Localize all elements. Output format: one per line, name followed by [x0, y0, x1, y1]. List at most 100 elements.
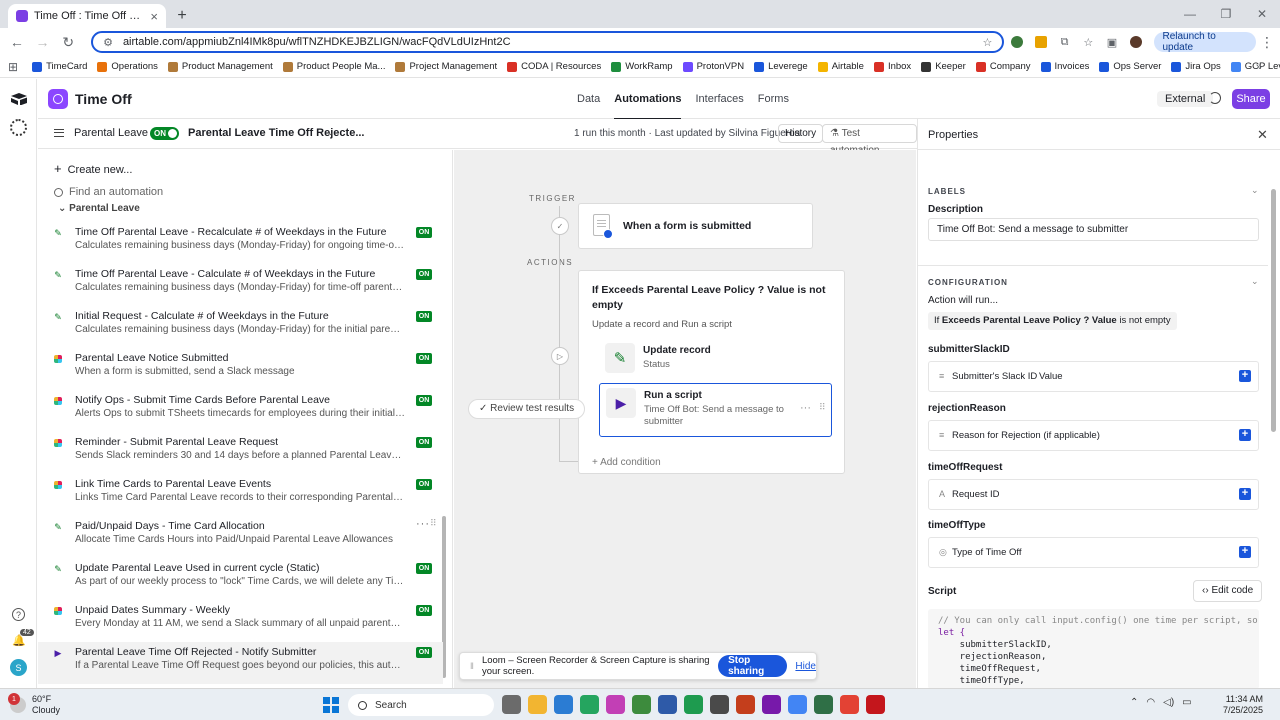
nav-tab-data[interactable]: Data: [577, 93, 600, 105]
automation-list-item[interactable]: ✎ Time Off Parental Leave - Recalculate #…: [38, 222, 443, 264]
taskbar-search[interactable]: Search: [348, 694, 494, 716]
drag-handle-icon[interactable]: ⠿: [819, 402, 826, 413]
add-condition-button[interactable]: + Add condition: [592, 457, 661, 468]
onenote-icon[interactable]: [762, 695, 781, 714]
app-icon[interactable]: [710, 695, 729, 714]
insert-token-icon[interactable]: +: [1239, 370, 1251, 382]
base-name[interactable]: Time Off: [75, 91, 132, 107]
bookmark-item[interactable]: Leverege: [754, 61, 808, 72]
forward-arrow-icon[interactable]: →: [32, 31, 54, 53]
vscode-icon[interactable]: [554, 695, 573, 714]
labels-section-header[interactable]: LABELS: [928, 187, 966, 196]
bookmark-item[interactable]: Company: [975, 61, 1031, 72]
task-view-icon[interactable]: [502, 695, 521, 714]
bookmark-item[interactable]: Product Management: [167, 61, 273, 72]
bookmark-item[interactable]: Keeper: [921, 61, 966, 72]
description-input[interactable]: Time Off Bot: Send a message to submitte…: [928, 218, 1259, 241]
extension-icon[interactable]: [1006, 31, 1028, 53]
wifi-icon[interactable]: ◠: [1146, 697, 1155, 708]
bookmark-item[interactable]: ProtonVPN: [682, 61, 744, 72]
more-bookmarks-icon[interactable]: »: [1256, 61, 1262, 73]
bookmark-item[interactable]: Jira Ops: [1171, 61, 1221, 72]
volume-icon[interactable]: ◁): [1163, 697, 1174, 708]
bookmark-item[interactable]: WorkRamp: [611, 61, 673, 72]
group-header[interactable]: ⌄ Parental Leave: [58, 203, 140, 214]
reload-icon[interactable]: ↻: [57, 31, 79, 53]
edit-code-button[interactable]: ‹› Edit code: [1193, 580, 1263, 602]
extensions-puzzle-icon[interactable]: ⧉: [1054, 31, 1076, 53]
history-button[interactable]: History: [778, 124, 824, 143]
whatsapp-icon[interactable]: [580, 695, 599, 714]
bookmark-item[interactable]: Inbox: [873, 61, 911, 72]
folder-name[interactable]: Parental Leave: [74, 127, 148, 139]
hide-link[interactable]: Hide: [795, 661, 816, 672]
automation-on-toggle[interactable]: ON: [150, 127, 179, 140]
extension-icon[interactable]: [1030, 31, 1052, 53]
chrome-icon[interactable]: [840, 695, 859, 714]
condition-summary[interactable]: If Exceeds Parental Leave Policy ? Value…: [928, 312, 1177, 330]
app-icon[interactable]: [632, 695, 651, 714]
relaunch-button[interactable]: Relaunch to update: [1154, 31, 1256, 53]
close-window-icon[interactable]: ✕: [1244, 0, 1280, 28]
bookmark-item[interactable]: Product People Ma...: [282, 61, 385, 72]
field-token[interactable]: Reason for Rejection (if applicable): [952, 430, 1100, 441]
bookmarks-star-icon[interactable]: ☆: [1077, 31, 1099, 53]
help-icon[interactable]: ?: [12, 608, 25, 621]
tab-search-icon[interactable]: ▣: [1101, 31, 1123, 53]
insert-token-icon[interactable]: +: [1239, 429, 1251, 441]
bookmark-item[interactable]: Ops Server: [1099, 61, 1161, 72]
input-value-field[interactable]: ≡ Reason for Rejection (if applicable) +: [928, 420, 1259, 451]
nav-tab-forms[interactable]: Forms: [758, 93, 789, 105]
field-property-token[interactable]: Value: [1039, 371, 1063, 382]
chevron-down-icon[interactable]: ⌄: [327, 127, 335, 138]
automation-list-item[interactable]: ✎ Time Off Parental Leave - Calculate # o…: [38, 264, 443, 306]
drag-handle-icon[interactable]: ‖: [470, 661, 474, 672]
close-tab-icon[interactable]: ×: [150, 9, 158, 24]
windows-start-icon[interactable]: [323, 697, 339, 713]
test-automation-button[interactable]: ⚗ Test automation: [822, 124, 917, 156]
automation-list-item[interactable]: Parental Leave Notice Submitted When a fo…: [38, 348, 443, 390]
bookmark-item[interactable]: Airtable: [817, 61, 864, 72]
weather-widget[interactable]: 1 60°F Cloudy: [8, 693, 60, 716]
back-arrow-icon[interactable]: ←: [6, 31, 28, 53]
battery-icon[interactable]: ▭: [1182, 697, 1191, 708]
field-token[interactable]: Request ID: [952, 489, 1000, 500]
restore-icon[interactable]: ❐: [1208, 0, 1244, 28]
clock[interactable]: 11:34 AM 7/25/2025: [1223, 694, 1263, 716]
app-icon[interactable]: [658, 695, 677, 714]
close-icon[interactable]: ✕: [1257, 127, 1268, 143]
input-value-field[interactable]: A Request ID +: [928, 479, 1259, 510]
apps-grid-icon[interactable]: ⊞: [8, 60, 18, 74]
input-value-field[interactable]: ≡ Submitter's Slack ID Value +: [928, 361, 1259, 392]
insert-token-icon[interactable]: +: [1239, 488, 1251, 500]
minimize-icon[interactable]: —: [1172, 0, 1208, 28]
action-run-script[interactable]: ▶ Run a script Time Off Bot: Send a mess…: [599, 383, 832, 437]
automation-list-item[interactable]: Notify Ops - Submit Time Cards Before Pa…: [38, 390, 443, 432]
configuration-section-header[interactable]: CONFIGURATION: [928, 278, 1008, 287]
app-icon[interactable]: [606, 695, 625, 714]
chevron-down-icon[interactable]: ⌄: [126, 91, 134, 102]
nav-tab-automations[interactable]: Automations: [614, 93, 682, 120]
chevron-down-icon[interactable]: ⌄: [1251, 276, 1259, 287]
bookmark-star-icon[interactable]: ☆: [982, 36, 992, 49]
properties-scrollbar[interactable]: [1271, 189, 1276, 432]
address-bar[interactable]: ⚙ airtable.com/appmiubZnl4IMk8pu/wflTNZH…: [91, 31, 1005, 53]
profile-avatar[interactable]: [1125, 31, 1147, 53]
find-automation-input[interactable]: Find an automation: [54, 186, 163, 198]
airtable-logo-icon[interactable]: [11, 93, 27, 105]
new-tab-button[interactable]: +: [170, 4, 194, 28]
script-code-preview[interactable]: // You can only call input.config() one …: [928, 609, 1259, 688]
base-icon[interactable]: [48, 89, 68, 109]
automation-list-item[interactable]: ▶ Parental Leave Time Off Rejected - Noti…: [38, 642, 443, 684]
chevron-down-icon[interactable]: ⌄: [1251, 185, 1259, 196]
create-new-button[interactable]: + Create new...: [54, 161, 132, 176]
nav-tab-interfaces[interactable]: Interfaces: [695, 93, 743, 105]
acrobat-icon[interactable]: [866, 695, 885, 714]
base-history-icon[interactable]: [1209, 92, 1221, 104]
automation-list-item[interactable]: ✎ Paid/Unpaid Days - Time Card Allocation…: [38, 516, 443, 558]
share-button[interactable]: Share: [1232, 89, 1270, 109]
automation-list-item[interactable]: ✎ Update Parental Leave Used in current c…: [38, 558, 443, 600]
chrome-icon[interactable]: [788, 695, 807, 714]
bookmark-item[interactable]: TimeCard: [32, 61, 87, 72]
field-token[interactable]: Type of Time Off: [952, 547, 1022, 558]
